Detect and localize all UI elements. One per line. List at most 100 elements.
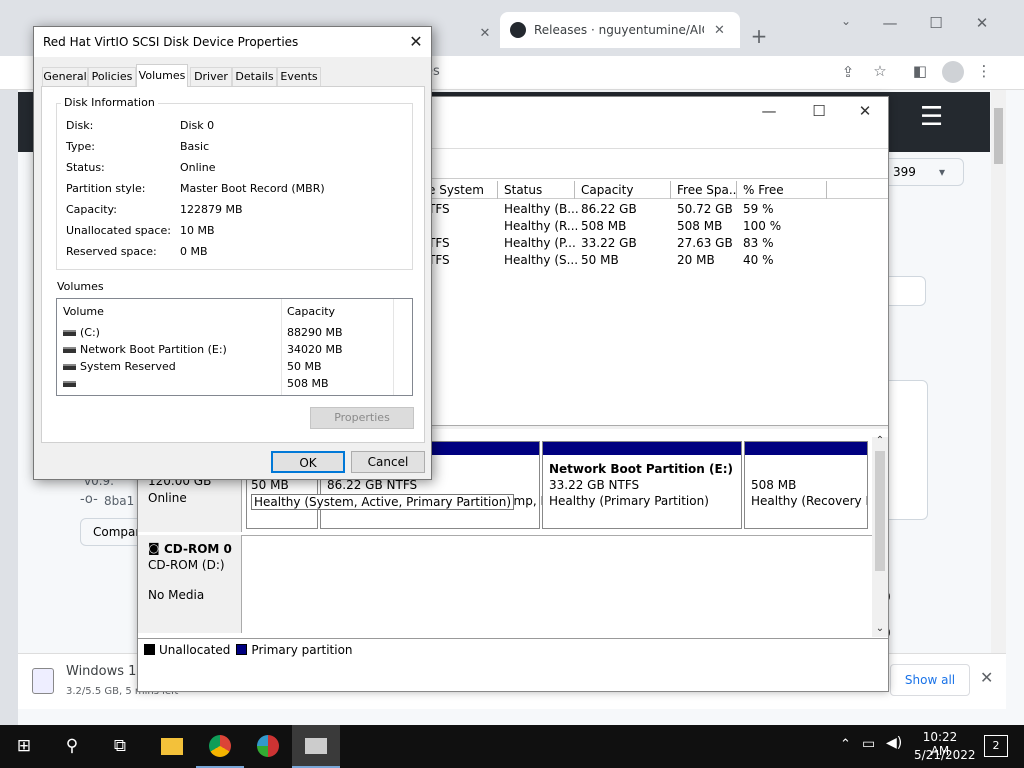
cdrom-type: CD-ROM (D:) xyxy=(148,558,225,572)
scroll-thumb[interactable] xyxy=(994,108,1003,164)
download-filename[interactable]: Windows 10 xyxy=(66,664,145,679)
scroll-down-icon[interactable]: ⌄ xyxy=(872,623,888,634)
legend-unallocated: Unallocated xyxy=(159,642,231,657)
cancel-button[interactable]: Cancel xyxy=(351,451,425,473)
chrome-icon[interactable] xyxy=(196,725,244,768)
tab-driver[interactable]: Driver xyxy=(190,67,232,86)
partition-status-tooltip: Healthy (System, Active, Primary Partiti… xyxy=(251,494,515,510)
volumes-tab-panel: Disk Information Disk: Disk 0 Type: Basi… xyxy=(41,86,425,443)
field-value: Master Boot Record (MBR) xyxy=(180,182,325,195)
minimize-icon[interactable]: — xyxy=(880,14,900,32)
menu-kebab-icon[interactable]: ⋮ xyxy=(974,62,994,80)
side-panel-icon[interactable]: ◧ xyxy=(910,62,930,80)
cell-status: Healthy (S... xyxy=(504,253,579,267)
disk-management-app-icon[interactable] xyxy=(244,725,292,768)
partition-header xyxy=(543,442,741,455)
counter-dropdown[interactable]: 399 ▾ xyxy=(878,158,964,186)
dm-maximize-icon[interactable]: ☐ xyxy=(810,102,828,120)
hamburger-menu-icon[interactable]: ☰ xyxy=(920,104,943,130)
table-row[interactable]: Healthy (R... 508 MB 508 MB 100 % xyxy=(428,218,888,235)
tab-releases[interactable]: Releases · nguyentumine/AIO-Bo ✕ xyxy=(500,12,740,48)
col-capacity[interactable]: Capacity xyxy=(575,181,671,199)
tab-events[interactable]: Events xyxy=(277,67,321,86)
volume-icon[interactable]: ◀) xyxy=(886,735,902,751)
field-label: Status: xyxy=(66,161,105,174)
close-window-icon[interactable]: ✕ xyxy=(972,14,992,32)
tray-chevron-icon[interactable]: ⌃ xyxy=(840,737,851,752)
share-icon[interactable]: ⇪ xyxy=(838,63,858,81)
volume-name: System Reserved xyxy=(80,360,176,373)
table-row[interactable]: TFS Healthy (B... 86.22 GB 50.72 GB 59 % xyxy=(428,201,888,218)
volume-capacity: 88290 MB xyxy=(287,326,343,339)
dropdown-caret-icon: ▾ xyxy=(939,165,946,179)
table-row[interactable]: TFS Healthy (P... 33.22 GB 27.63 GB 83 % xyxy=(428,235,888,252)
bookmark-star-icon[interactable]: ☆ xyxy=(870,62,890,80)
field-value: Online xyxy=(180,161,216,174)
device-manager-icon[interactable] xyxy=(292,725,340,768)
clock-date[interactable]: 5/21/2022 xyxy=(914,748,976,762)
new-tab-icon[interactable]: + xyxy=(748,24,770,48)
partition-network-boot[interactable]: Network Boot Partition (E:) 33.22 GB NTF… xyxy=(542,441,742,529)
notification-count: 2 xyxy=(992,739,1000,752)
file-explorer-icon[interactable] xyxy=(148,725,196,768)
dialog-title: Red Hat VirtIO SCSI Disk Device Properti… xyxy=(34,27,431,57)
partition-size: 33.22 GB NTFS xyxy=(549,478,640,492)
cell-free: 50.72 GB xyxy=(677,202,733,216)
col-status[interactable]: Status xyxy=(498,181,575,199)
inactive-tab-close-icon[interactable]: ✕ xyxy=(476,26,494,41)
field-label: Partition style: xyxy=(66,182,146,195)
commit-icon: -o- xyxy=(80,492,98,507)
dm-close-icon[interactable]: ✕ xyxy=(856,102,874,120)
search-icon[interactable]: ⚲ xyxy=(48,725,96,768)
volumes-list[interactable]: Volume Capacity (C:) 88290 MB Network Bo… xyxy=(56,298,413,396)
volumes-label: Volumes xyxy=(57,280,104,293)
scroll-up-icon[interactable]: ⌃ xyxy=(872,435,888,446)
legend-primary: Primary partition xyxy=(251,642,353,657)
tab-search-icon[interactable]: ⌄ xyxy=(836,14,856,28)
github-icon xyxy=(510,22,526,38)
page-scrollbar[interactable] xyxy=(991,90,1006,653)
dialog-close-icon[interactable]: ✕ xyxy=(404,31,428,53)
dm-minimize-icon[interactable]: — xyxy=(760,102,778,120)
ok-button[interactable]: OK xyxy=(271,451,345,473)
profile-avatar[interactable] xyxy=(942,61,964,83)
notification-center-icon[interactable]: 2 xyxy=(984,735,1008,757)
tab-close-icon[interactable]: ✕ xyxy=(714,23,725,38)
maximize-icon[interactable]: ☐ xyxy=(926,14,946,32)
partition-size: 86.22 GB NTFS xyxy=(327,478,418,492)
field-value: 10 MB xyxy=(180,224,215,237)
scroll-thumb[interactable] xyxy=(875,451,885,571)
partition-recovery[interactable]: 508 MB Healthy (Recovery Pa xyxy=(744,441,868,529)
list-item[interactable]: Network Boot Partition (E:) 34020 MB xyxy=(63,341,403,358)
commit-hash[interactable]: 8ba1 xyxy=(104,494,134,508)
col-filesystem[interactable]: e System xyxy=(428,181,498,199)
task-view-icon[interactable]: ⧉ xyxy=(96,725,144,768)
list-item[interactable]: System Reserved 50 MB xyxy=(63,358,403,375)
cdrom-media: No Media xyxy=(148,588,205,602)
graphic-scrollbar[interactable]: ⌃ ⌄ xyxy=(872,435,888,637)
tab-details[interactable]: Details xyxy=(232,67,277,86)
col-percent-free[interactable]: % Free xyxy=(737,181,827,199)
properties-button[interactable]: Properties xyxy=(310,407,414,429)
tab-policies[interactable]: Policies xyxy=(88,67,136,86)
disk-properties-dialog: Red Hat VirtIO SCSI Disk Device Properti… xyxy=(33,26,432,480)
disk0-online: Online xyxy=(148,491,187,505)
list-item[interactable]: (C:) 88290 MB xyxy=(63,324,403,341)
col-capacity[interactable]: Capacity xyxy=(287,303,335,320)
start-windows-icon[interactable]: ⊞ xyxy=(0,725,48,768)
table-row[interactable]: TFS Healthy (S... 50 MB 20 MB 40 % xyxy=(428,252,888,269)
col-volume[interactable]: Volume xyxy=(63,303,104,320)
network-icon[interactable]: ▭ xyxy=(862,736,875,752)
cdrom-label[interactable]: ◙ CD-ROM 0 CD-ROM (D:) No Media xyxy=(138,535,242,633)
cell-status: Healthy (P... xyxy=(504,236,576,250)
cell-capacity: 508 MB xyxy=(581,219,627,233)
drive-icon xyxy=(63,364,76,370)
tab-general[interactable]: General xyxy=(42,67,88,86)
cell-free: 27.63 GB xyxy=(677,236,733,250)
field-label: Unallocated space: xyxy=(66,224,171,237)
show-all-button[interactable]: Show all xyxy=(890,664,970,696)
tab-volumes[interactable]: Volumes xyxy=(136,64,188,87)
list-item[interactable]: 508 MB xyxy=(63,375,403,392)
download-bar-close-icon[interactable]: ✕ xyxy=(980,668,993,687)
col-free-space[interactable]: Free Spa... xyxy=(671,181,737,199)
